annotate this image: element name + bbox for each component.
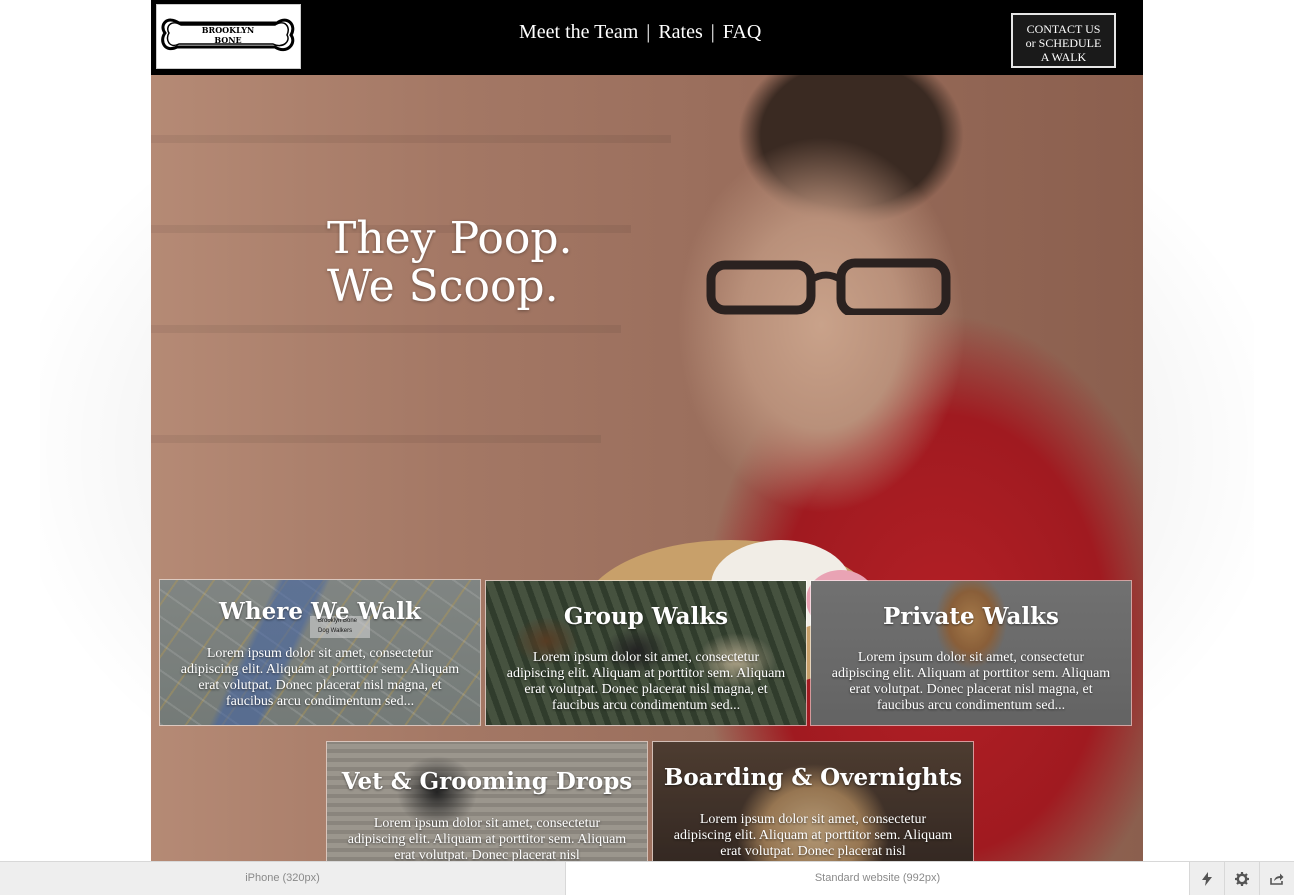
card-body: Lorem ipsum dolor sit amet, consectetur … xyxy=(506,650,786,713)
card-body: Lorem ipsum dolor sit amet, consectetur … xyxy=(673,812,953,859)
lightning-button[interactable] xyxy=(1189,862,1224,895)
gear-icon xyxy=(1235,871,1249,886)
card-private-walks[interactable]: Private Walks Lorem ipsum dolor sit amet… xyxy=(810,580,1132,726)
website-preview: They Poop. We Scoop. BROOKLYN BONE Meet … xyxy=(151,0,1143,862)
lightning-icon xyxy=(1202,871,1212,886)
glasses-graphic xyxy=(706,258,951,315)
card-boarding-overnights[interactable]: Boarding & Overnights Lorem ipsum dolor … xyxy=(652,741,974,862)
main-nav: Meet the Team | Rates | FAQ xyxy=(519,21,761,51)
card-title: Vet & Grooming Drops xyxy=(341,768,633,795)
contact-label-1: CONTACT US xyxy=(1026,22,1101,36)
tagline-line-1: They Poop. xyxy=(327,213,573,264)
nav-meet-the-team[interactable]: Meet the Team xyxy=(519,21,638,43)
card-vet-grooming[interactable]: Vet & Grooming Drops Lorem ipsum dolor s… xyxy=(326,741,648,862)
preview-toolbar: iPhone (320px) Standard website (992px) xyxy=(0,861,1294,895)
tagline-line-2: We Scoop. xyxy=(327,261,559,312)
nav-separator: | xyxy=(710,21,715,43)
logo-text-2: BONE xyxy=(214,35,241,45)
card-body: Lorem ipsum dolor sit amet, consectetur … xyxy=(180,646,460,709)
card-title: Group Walks xyxy=(563,603,729,630)
card-group-walks[interactable]: Group Walks Lorem ipsum dolor sit amet, … xyxy=(485,580,807,726)
brooklyn-bone-logo[interactable]: BROOKLYN BONE xyxy=(156,4,301,69)
tab-iphone-preview[interactable]: iPhone (320px) xyxy=(0,862,566,895)
share-icon xyxy=(1270,873,1284,885)
card-title: Boarding & Overnights xyxy=(663,764,963,791)
share-button[interactable] xyxy=(1259,862,1294,895)
card-title: Where We Walk xyxy=(219,598,421,625)
card-body: Lorem ipsum dolor sit amet, consectetur … xyxy=(347,816,627,862)
logo-text-1: BROOKLYN xyxy=(202,25,254,35)
card-where-we-walk[interactable]: Brooklyn Bone Dog Walkers Where We Walk … xyxy=(159,579,481,726)
card-body: Lorem ipsum dolor sit amet, consectetur … xyxy=(831,650,1111,713)
contact-label-2: or SCHEDULE xyxy=(1025,36,1102,50)
settings-button[interactable] xyxy=(1224,862,1259,895)
nav-faq[interactable]: FAQ xyxy=(723,21,762,43)
site-header: BROOKLYN BONE Meet the Team | Rates | FAQ CO… xyxy=(151,0,1143,75)
contact-schedule-button[interactable]: CONTACT US or SCHEDULE A WALK xyxy=(1011,13,1116,68)
card-title: Private Walks xyxy=(882,603,1060,630)
hero-tagline: They Poop. We Scoop. xyxy=(327,215,573,311)
nav-rates[interactable]: Rates xyxy=(658,21,702,43)
contact-label-3: A WALK xyxy=(1040,50,1087,64)
tab-standard-preview[interactable]: Standard website (992px) xyxy=(566,862,1189,895)
nav-separator: | xyxy=(646,21,651,43)
